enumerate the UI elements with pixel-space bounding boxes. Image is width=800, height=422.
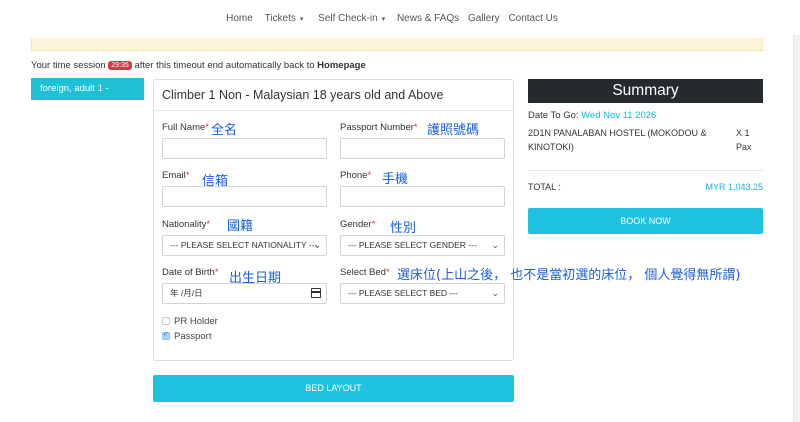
summary-qty: X 1 Pax (736, 128, 752, 152)
caret-down-icon: ▾ (299, 16, 304, 23)
gender-label-text: Gender (340, 219, 372, 230)
pr-holder-label: PR Holder (174, 316, 218, 327)
required-mark: * (206, 219, 211, 230)
required-mark: * (367, 170, 372, 181)
summary-item: 2D1N PANALABAN HOSTEL (MOKODOU & KINOTOK… (528, 128, 707, 152)
required-mark: * (214, 267, 219, 278)
dob-label-text: Date of Birth (162, 267, 215, 278)
select-bed-label-text: Select Bed (340, 267, 386, 278)
nav-self-check-in-label: Self Check-in (318, 13, 378, 24)
form-divider (154, 110, 513, 111)
book-now-button[interactable]: BOOK NOW (528, 208, 763, 234)
session-middle: after this timeout end automatically bac… (134, 60, 315, 71)
email-input[interactable] (162, 186, 327, 207)
nationality-annotation: 國籍 (227, 219, 254, 234)
required-mark: * (185, 170, 190, 181)
summary-total-value: MYR 1,043.25 (705, 182, 763, 192)
phone-annotation: 手機 (382, 172, 409, 187)
select-bed-select[interactable]: --- PLEASE SELECT BED --- ⌄ (340, 283, 505, 304)
notice-banner (31, 38, 763, 51)
full-name-input[interactable] (162, 138, 327, 159)
nav-tickets-label: Tickets (264, 13, 296, 24)
page-scrollbar[interactable] (793, 35, 800, 422)
nationality-label: Nationality* (162, 219, 210, 230)
bed-layout-button[interactable]: BED LAYOUT (153, 375, 514, 402)
chevron-down-icon: ⌄ (491, 288, 499, 298)
required-mark: * (385, 267, 390, 278)
summary-total-label: TOTAL : (528, 182, 561, 192)
nav-news-faqs[interactable]: News & FAQs (397, 13, 459, 24)
dob-label: Date of Birth* (162, 267, 219, 278)
checkbox-checked-icon (162, 330, 170, 340)
required-mark: * (205, 122, 209, 133)
phone-label: Phone* (340, 170, 371, 181)
homepage-link[interactable]: Homepage (317, 60, 366, 71)
full-name-label-text: Full Name (162, 122, 206, 133)
gender-label: Gender* (340, 219, 375, 230)
form-title: Climber 1 Non - Malaysian 18 years old a… (162, 88, 444, 102)
summary-date-label: Date To Go: (528, 110, 579, 121)
nav-contact-us[interactable]: Contact Us (508, 13, 557, 24)
nationality-select-value: --- PLEASE SELECT NATIONALITY --- (170, 240, 318, 250)
summary-divider (528, 170, 763, 171)
session-notice: Your time session 29:35 after this timeo… (31, 60, 366, 71)
summary-date: Date To Go: Wed Nov 11 2026 (528, 110, 656, 121)
required-mark: * (371, 219, 376, 230)
chevron-down-icon: ⌄ (313, 240, 321, 250)
passport-number-input[interactable] (340, 138, 505, 159)
calendar-icon[interactable] (311, 288, 321, 298)
phone-input[interactable] (340, 186, 505, 207)
gender-select[interactable]: --- PLEASE SELECT GENDER --- ⌄ (340, 235, 505, 256)
nav-tickets[interactable]: Tickets ▾ (262, 13, 307, 24)
nav-gallery[interactable]: Gallery (468, 13, 500, 24)
gender-annotation: 性別 (390, 221, 417, 236)
required-mark: * (413, 122, 418, 133)
chevron-down-icon: ⌄ (491, 240, 499, 250)
session-prefix: Your time session (31, 60, 106, 71)
dob-input-value: 年 /月/日 (170, 288, 203, 298)
nationality-select[interactable]: --- PLEASE SELECT NATIONALITY --- ⌄ (162, 235, 327, 256)
guest-tab[interactable]: foreign, adult 1 - (31, 78, 144, 100)
passport-checkbox-label: Passport (174, 331, 212, 342)
phone-label-text: Phone (340, 170, 368, 181)
gender-select-value: --- PLEASE SELECT GENDER --- (348, 240, 477, 250)
top-nav: Home Tickets ▾ Self Check-in ▾ News & FAQs… (0, 13, 784, 24)
summary-title: Summary (528, 79, 763, 103)
nav-home[interactable]: Home (226, 13, 253, 24)
dob-input[interactable]: 年 /月/日 (162, 283, 327, 304)
nationality-label-text: Nationality (162, 219, 207, 230)
email-label-text: Email (162, 170, 186, 181)
pr-holder-checkbox[interactable]: PR Holder (162, 316, 218, 327)
caret-down-icon: ▾ (381, 16, 386, 23)
passport-number-annotation: 護照號碼 (427, 123, 480, 138)
passport-number-label: Passport Number* (340, 122, 418, 133)
select-bed-value: --- PLEASE SELECT BED --- (348, 288, 458, 298)
full-name-label: Full Name* (162, 122, 209, 133)
summary-date-value: Wed Nov 11 2026 (581, 110, 657, 121)
select-bed-annotation: 選床位(上山之後， 也不是當初選的床位， 個人覺得無所謂) (397, 268, 741, 283)
nav-self-check-in[interactable]: Self Check-in ▾ (315, 13, 388, 24)
select-bed-label: Select Bed* (340, 267, 390, 278)
email-label: Email* (162, 170, 189, 181)
passport-number-label-text: Passport Number (340, 122, 414, 133)
session-timer-badge: 29:35 (108, 61, 132, 70)
full-name-annotation: 全名 (211, 123, 238, 138)
passport-checkbox[interactable]: Passport (162, 330, 212, 342)
checkbox-unchecked-icon (162, 317, 170, 325)
